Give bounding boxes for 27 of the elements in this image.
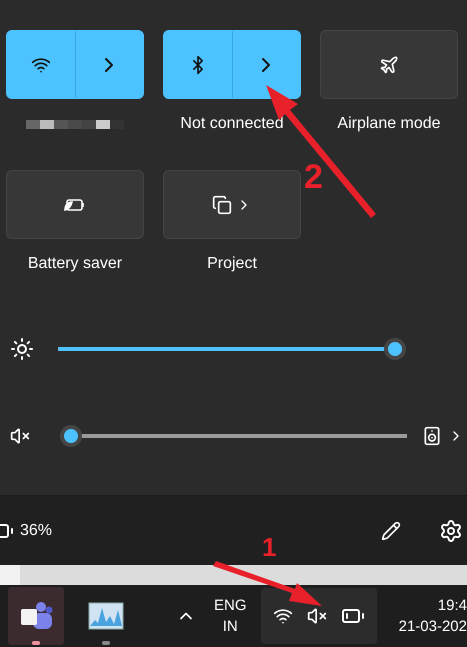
airplane-icon: [379, 54, 399, 74]
annotation-number: 1: [262, 534, 276, 560]
toggle-tile[interactable]: [163, 30, 301, 99]
battery-leaf-icon: [63, 196, 87, 212]
toggle-tile[interactable]: [320, 30, 458, 99]
annotation-number: 2: [304, 160, 323, 194]
tile-label: Airplane mode: [337, 114, 441, 134]
toggle-tile[interactable]: [6, 170, 144, 239]
slider-thumb[interactable]: [384, 338, 406, 360]
taskbar-app[interactable]: [8, 587, 64, 645]
battery-percent: 36%: [20, 520, 52, 540]
tile-label: Battery saver: [28, 254, 122, 274]
language-button[interactable]: ENG IN: [214, 595, 247, 637]
toggle-tile[interactable]: [6, 30, 144, 99]
pencil-icon: [381, 520, 401, 540]
brightness-icon: [10, 337, 34, 361]
tile-label: Not connected: [180, 114, 284, 134]
toggle-tile[interactable]: [163, 170, 301, 239]
chart-app-icon: [88, 602, 124, 630]
screens-icon: [212, 194, 232, 214]
tile-label: Project: [207, 254, 257, 274]
speaker-box-icon: [422, 424, 442, 448]
people-logo-icon: [19, 601, 53, 631]
system-tray-button[interactable]: [260, 588, 377, 644]
clock-button[interactable]: 19:4 21-03-202: [398, 595, 467, 637]
slider-thumb[interactable]: [60, 425, 82, 447]
settings-icon: [439, 518, 463, 542]
